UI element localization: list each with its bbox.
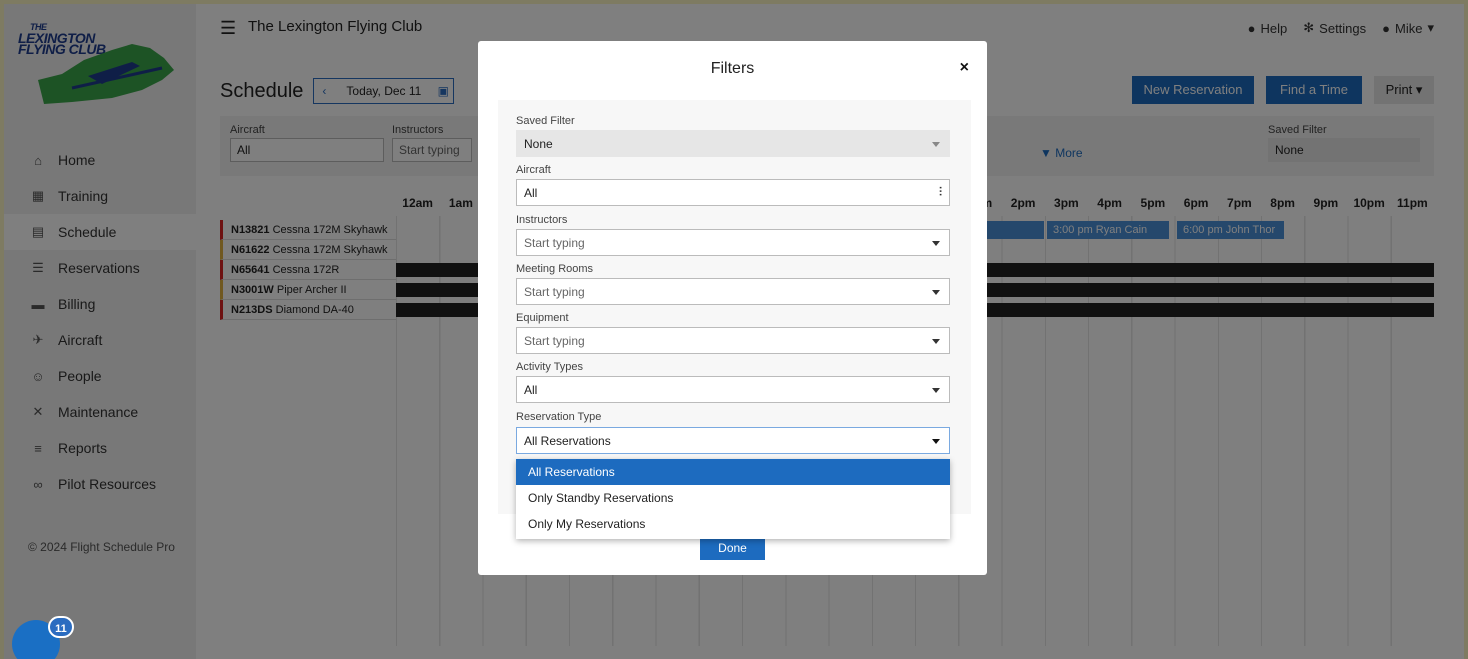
- activity-types-field[interactable]: All: [516, 376, 950, 403]
- chevron-down-icon: [932, 142, 940, 147]
- done-button[interactable]: Done: [700, 537, 765, 560]
- reservation-type-label: Reservation Type: [516, 411, 602, 423]
- modal-title: Filters: [710, 60, 755, 77]
- chevron-down-icon: [932, 339, 940, 344]
- modal-body: Saved Filter None Aircraft All ⫶ Instruct…: [498, 100, 971, 514]
- chevron-down-icon: [932, 439, 940, 444]
- equipment-field[interactable]: Start typing: [516, 327, 950, 354]
- chevron-down-icon: [932, 241, 940, 246]
- meeting-rooms-label: Meeting Rooms: [516, 263, 594, 275]
- aircraft-label: Aircraft: [516, 164, 551, 176]
- option-my-reservations[interactable]: Only My Reservations: [516, 511, 950, 537]
- saved-filter-label: Saved Filter: [516, 115, 575, 127]
- equipment-label: Equipment: [516, 312, 569, 324]
- option-standby-reservations[interactable]: Only Standby Reservations: [516, 485, 950, 511]
- reservation-type-select[interactable]: All Reservations: [516, 427, 950, 454]
- aircraft-field[interactable]: All ⫶: [516, 179, 950, 206]
- chevron-down-icon: [932, 388, 940, 393]
- sliders-icon[interactable]: ⫶: [939, 185, 942, 200]
- option-all-reservations[interactable]: All Reservations: [516, 459, 950, 485]
- instructors-label: Instructors: [516, 214, 568, 226]
- activity-types-label: Activity Types: [516, 361, 584, 373]
- chat-badge: 11: [48, 616, 74, 638]
- reservation-type-dropdown: All Reservations Only Standby Reservatio…: [516, 459, 950, 539]
- saved-filter-select[interactable]: None: [516, 130, 950, 157]
- meeting-rooms-field[interactable]: Start typing: [516, 278, 950, 305]
- chevron-down-icon: [932, 290, 940, 295]
- instructors-field[interactable]: Start typing: [516, 229, 950, 256]
- close-icon[interactable]: ×: [960, 59, 969, 77]
